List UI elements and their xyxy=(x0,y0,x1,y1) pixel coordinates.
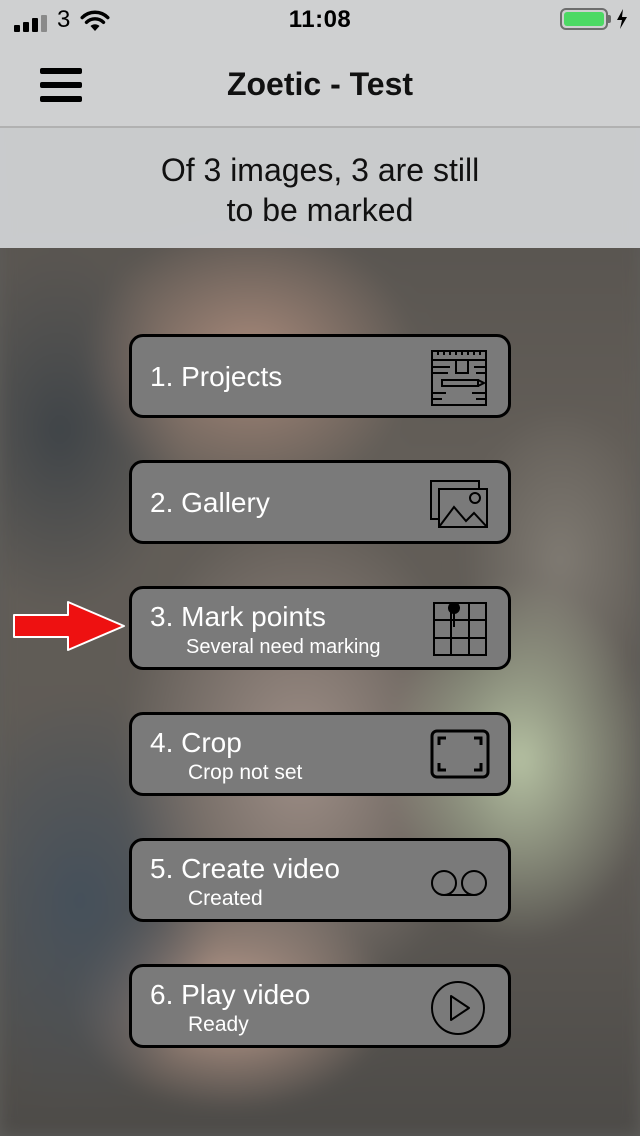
mark-points-label: 3. Mark points xyxy=(150,601,326,632)
tape-icon xyxy=(431,870,487,896)
info-banner: Of 3 images, 3 are still to be marked xyxy=(0,128,640,248)
battery-icon xyxy=(560,8,608,30)
page-title: Zoetic - Test xyxy=(226,66,414,102)
battery-level xyxy=(564,12,604,26)
battery-nub xyxy=(608,15,611,23)
mark-points-button[interactable]: 3. Mark points Several need marking xyxy=(129,586,511,670)
crop-button[interactable]: 4. Crop Crop not set xyxy=(129,712,511,796)
mark-points-status: Several need marking xyxy=(186,636,381,658)
gallery-button[interactable]: 2. Gallery xyxy=(129,460,511,544)
charging-bolt-icon xyxy=(617,9,627,29)
gallery-icon xyxy=(430,480,488,528)
status-time: 11:08 xyxy=(288,6,352,33)
play-video-label: 6. Play video xyxy=(150,979,311,1010)
play-video-button[interactable]: 6. Play video Ready xyxy=(129,964,511,1048)
navigation-bar: Zoetic - Test xyxy=(0,40,640,128)
create-video-button[interactable]: 5. Create video Created xyxy=(129,838,511,922)
red-arrow-icon xyxy=(13,601,125,651)
info-line-1: Of 3 images, 3 are still xyxy=(160,152,480,188)
crop-frame-icon xyxy=(430,729,490,779)
info-text: Of 3 images, 3 are still to be marked xyxy=(100,150,540,230)
blueprint-icon xyxy=(431,350,487,406)
create-video-status: Created xyxy=(188,887,263,910)
projects-button[interactable]: 1. Projects xyxy=(129,334,511,418)
gallery-label: 2. Gallery xyxy=(150,487,270,518)
play-icon xyxy=(431,981,485,1035)
status-bar: 3 11:08 xyxy=(0,0,640,40)
crop-status: Crop not set xyxy=(188,761,303,784)
info-line-2: to be marked xyxy=(226,192,414,228)
create-video-label: 5. Create video xyxy=(150,853,340,884)
projects-label: 1. Projects xyxy=(150,361,283,392)
crop-label: 4. Crop xyxy=(150,727,242,758)
play-video-status: Ready xyxy=(188,1013,249,1036)
grid-pin-icon xyxy=(433,602,487,656)
